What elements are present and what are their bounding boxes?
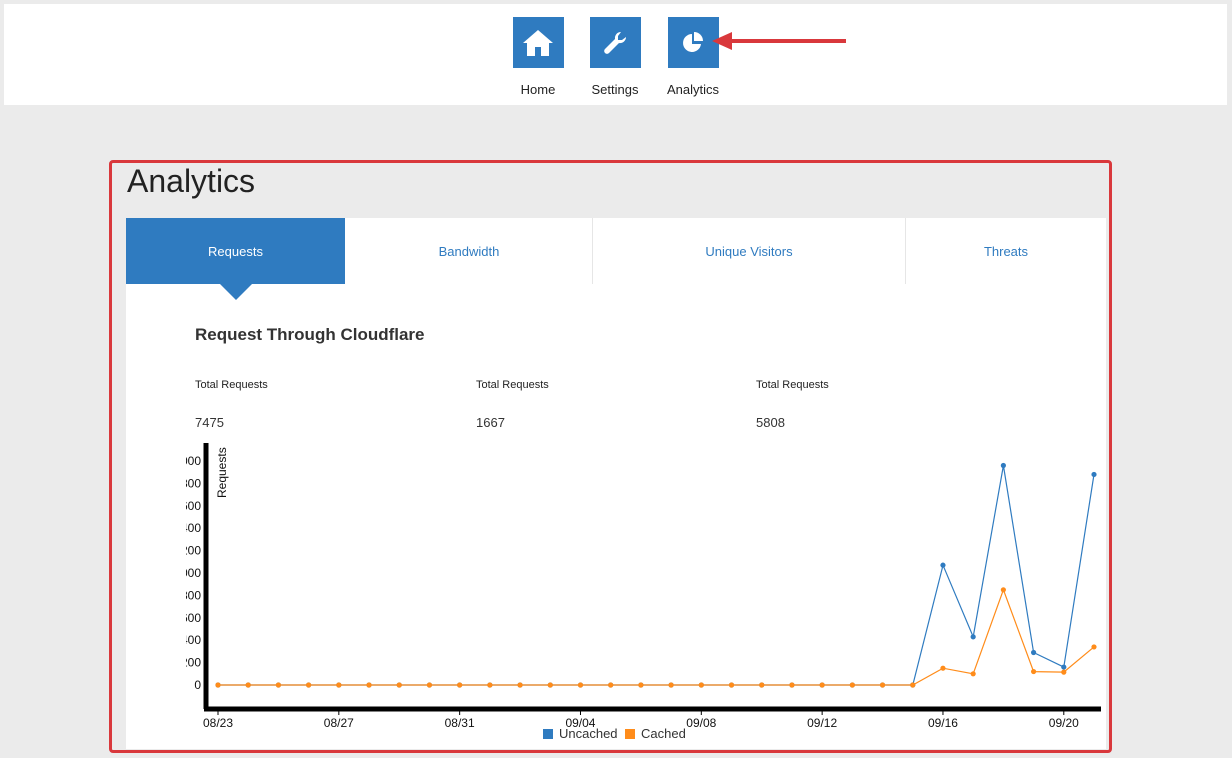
- active-tab-caret: [220, 284, 252, 300]
- data-point-uncached: [1091, 471, 1097, 478]
- data-point-cached: [849, 682, 855, 688]
- legend-cached-label: Cached: [641, 726, 686, 741]
- y-tick-label: 1000: [186, 566, 201, 580]
- tab-bandwidth[interactable]: Bandwidth: [345, 218, 593, 284]
- data-point-cached: [336, 682, 342, 688]
- data-point-uncached: [970, 634, 976, 640]
- y-tick-label: 400: [186, 633, 201, 647]
- data-point-cached: [577, 682, 584, 688]
- data-point-cached: [879, 682, 886, 688]
- nav-settings[interactable]: Settings: [583, 17, 647, 97]
- data-point-cached: [608, 682, 614, 688]
- settings-tile[interactable]: [589, 17, 641, 68]
- legend-cached-swatch: [625, 728, 635, 739]
- chart-title: Request Through Cloudflare: [195, 325, 425, 344]
- data-point-cached: [517, 682, 523, 688]
- nav-home[interactable]: Home: [506, 17, 570, 97]
- data-point-cached: [759, 682, 765, 688]
- top-nav-bar: Home Settings Analytics: [4, 4, 1227, 105]
- y-tick-label: 1800: [186, 476, 201, 490]
- y-tick-label: 200: [186, 656, 201, 670]
- y-tick-label: 600: [186, 611, 201, 625]
- y-tick-label: 1200: [186, 544, 201, 558]
- y-tick-label: 1600: [186, 499, 201, 513]
- legend-uncached: Uncached: [543, 726, 618, 741]
- home-tile[interactable]: [512, 17, 564, 68]
- data-point-cached: [819, 682, 825, 688]
- data-point-cached: [487, 682, 493, 688]
- x-tick-label: 09/16: [928, 716, 958, 728]
- data-point-cached: [275, 682, 282, 688]
- x-tick-label: 09/08: [686, 716, 716, 728]
- data-point-cached: [457, 682, 463, 688]
- data-point-cached: [668, 682, 674, 688]
- data-point-uncached: [1000, 462, 1006, 469]
- data-point-cached: [366, 682, 372, 688]
- legend-cached: Cached: [625, 726, 686, 741]
- data-point-cached: [1030, 668, 1037, 675]
- data-point-cached: [547, 682, 553, 688]
- y-axis-label: Requests: [215, 447, 229, 498]
- stat-cached-requests-label: Total Requests: [476, 379, 549, 391]
- x-tick-label: 08/31: [445, 716, 475, 728]
- stat-total-requests-label: Total Requests: [195, 379, 268, 391]
- requests-line-chart: 2000180016001400120010008006004002000Req…: [186, 443, 1101, 728]
- data-point-cached: [396, 682, 402, 688]
- x-tick-label: 09/12: [807, 716, 837, 728]
- analytics-card: Requests Bandwidth Unique Visitors Threa…: [126, 218, 1106, 749]
- series-line-uncached: [218, 465, 1095, 686]
- data-point-uncached: [1061, 664, 1067, 670]
- analytics-panel: Analytics Requests Bandwidth Unique Visi…: [109, 160, 1112, 753]
- data-point-cached: [306, 682, 312, 688]
- data-point-cached: [910, 682, 916, 688]
- data-point-cached: [970, 671, 976, 677]
- series-line-cached: [218, 588, 1095, 686]
- data-point-cached: [728, 682, 735, 688]
- stat-uncached-requests-label: Total Requests: [756, 379, 829, 391]
- data-point-cached: [426, 682, 433, 688]
- x-tick-label: 09/20: [1049, 716, 1079, 728]
- pie-chart-icon: [683, 31, 703, 52]
- x-tick-label: 08/27: [324, 716, 354, 728]
- data-point-uncached: [940, 562, 946, 568]
- tab-requests[interactable]: Requests: [126, 218, 345, 284]
- x-tick-label: 08/23: [203, 716, 233, 728]
- annotation-arrow: [712, 32, 846, 50]
- page-title: Analytics: [127, 163, 256, 199]
- y-tick-label: 800: [186, 588, 201, 602]
- home-icon: [523, 29, 553, 56]
- nav-settings-label: Settings: [591, 82, 639, 97]
- tab-unique-visitors[interactable]: Unique Visitors: [593, 218, 905, 284]
- nav-analytics[interactable]: Analytics: [661, 17, 725, 97]
- wrench-icon: [604, 31, 627, 54]
- data-point-cached: [1091, 644, 1097, 650]
- y-tick-label: 1400: [186, 521, 201, 535]
- data-point-cached: [215, 682, 221, 688]
- data-point-uncached: [1030, 649, 1037, 656]
- legend-uncached-label: Uncached: [559, 726, 618, 741]
- data-point-cached: [638, 682, 644, 688]
- y-tick-label: 2000: [186, 454, 201, 468]
- nav-home-label: Home: [520, 82, 556, 97]
- data-point-cached: [789, 682, 795, 688]
- nav-analytics-label: Analytics: [666, 82, 720, 97]
- data-point-cached: [1061, 669, 1067, 675]
- tab-threats[interactable]: Threats: [906, 218, 1106, 284]
- legend-uncached-swatch: [543, 728, 553, 739]
- data-point-cached: [245, 682, 251, 688]
- data-point-cached: [698, 682, 704, 688]
- data-point-cached: [940, 665, 946, 671]
- y-tick-label: 0: [194, 678, 201, 692]
- data-point-cached: [1000, 587, 1006, 593]
